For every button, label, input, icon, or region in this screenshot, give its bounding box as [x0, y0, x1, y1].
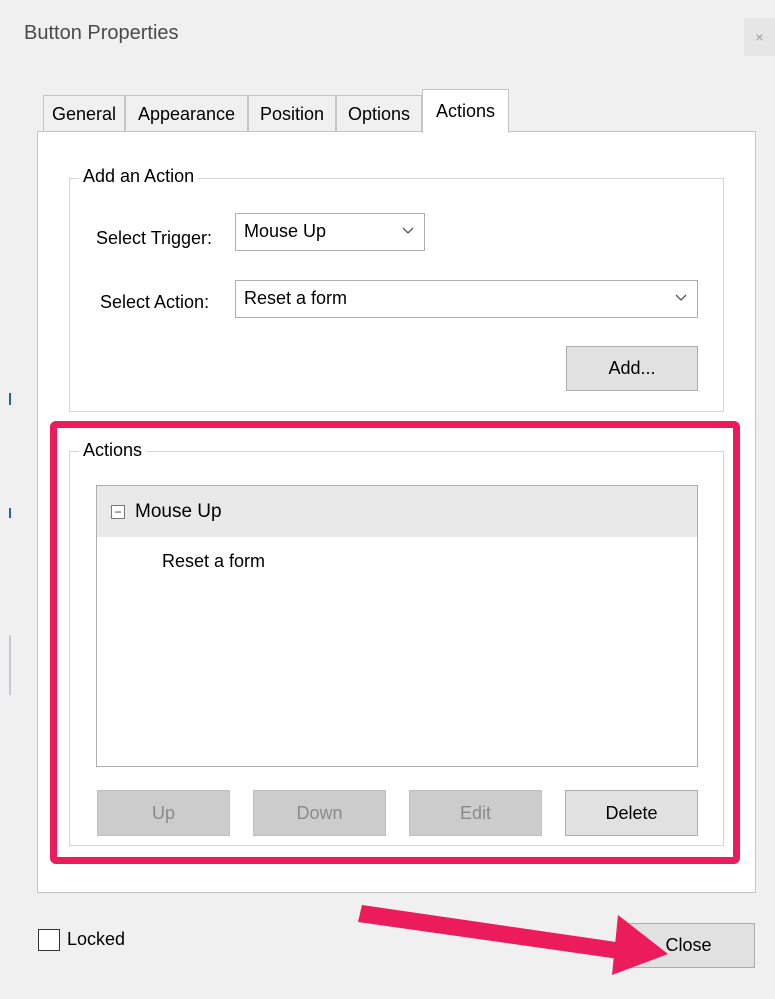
add-action-group-label: Add an Action	[79, 166, 199, 187]
background-edge-mark	[9, 393, 11, 405]
tab-general[interactable]: General	[43, 95, 125, 132]
tab-actions[interactable]: Actions	[422, 89, 509, 133]
trigger-select[interactable]: Mouse Up	[235, 213, 425, 251]
tab-position[interactable]: Position	[248, 95, 336, 132]
action-select[interactable]: Reset a form	[235, 280, 698, 318]
chevron-down-icon	[392, 214, 424, 250]
tree-child-reset-form[interactable]: Reset a form	[162, 551, 265, 572]
action-select-value: Reset a form	[244, 288, 348, 308]
background-edge-mark	[9, 635, 11, 695]
tree-node-mouse-up[interactable]: − Mouse Up	[97, 486, 697, 537]
tab-appearance[interactable]: Appearance	[125, 95, 248, 132]
locked-label: Locked	[67, 929, 126, 949]
tab-options[interactable]: Options	[336, 95, 422, 132]
tree-node-label: Mouse Up	[135, 501, 222, 522]
select-action-label: Select Action:	[100, 292, 210, 312]
collapse-icon[interactable]: −	[111, 505, 125, 519]
close-window-icon[interactable]: ×	[744, 18, 775, 56]
up-button[interactable]: Up	[97, 790, 230, 836]
down-button[interactable]: Down	[253, 790, 386, 836]
select-trigger-label: Select Trigger:	[96, 228, 213, 248]
window-title: Button Properties	[24, 22, 179, 44]
locked-checkbox[interactable]	[38, 929, 60, 951]
edit-button[interactable]: Edit	[409, 790, 542, 836]
actions-group-label: Actions	[79, 440, 147, 461]
actions-tree-list[interactable]: − Mouse Up Reset a form	[96, 485, 698, 767]
close-button[interactable]: Close	[622, 923, 755, 968]
background-edge-mark	[9, 508, 11, 518]
chevron-down-icon	[665, 281, 697, 317]
delete-button[interactable]: Delete	[565, 790, 698, 836]
trigger-select-value: Mouse Up	[244, 221, 327, 241]
add-button[interactable]: Add...	[566, 346, 698, 391]
